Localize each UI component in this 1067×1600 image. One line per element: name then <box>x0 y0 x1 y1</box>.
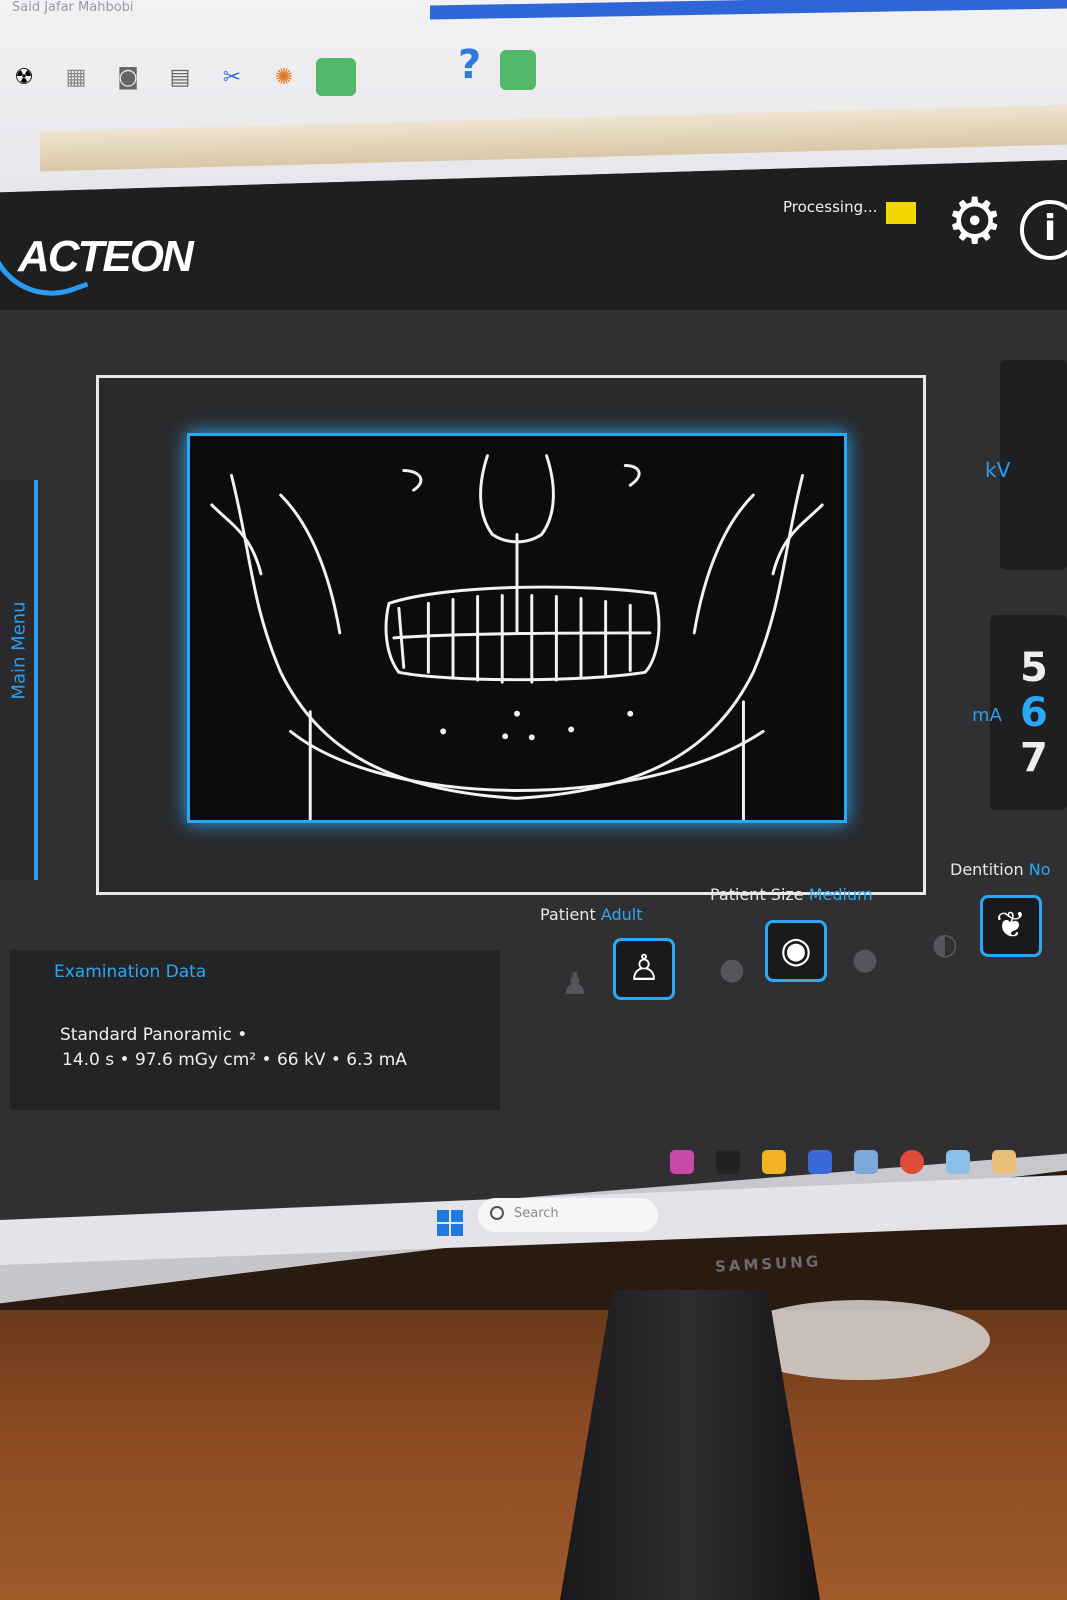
patient-size-option-label: Patient Size Medium <box>710 885 873 904</box>
app-icon-8[interactable] <box>992 1150 1016 1174</box>
exam-parameters: 14.0 s • 97.6 mGy cm² • 66 kV • 6.3 mA <box>62 1050 407 1070</box>
acteon-logo: ACTEON <box>18 232 194 281</box>
child-icon[interactable]: ♟ <box>555 960 595 1010</box>
patient-size-value: Medium <box>808 885 873 904</box>
info-icon[interactable]: i <box>1020 200 1067 260</box>
folder-icon[interactable] <box>762 1150 786 1174</box>
app-icon-1[interactable] <box>670 1150 694 1174</box>
camera-icon[interactable]: ◙ <box>108 58 148 96</box>
settings-app-icon[interactable] <box>808 1150 832 1174</box>
scanner-icon[interactable]: ▤ <box>160 58 200 96</box>
search-icon <box>490 1206 504 1220</box>
tools-icon[interactable]: ✂ <box>212 58 252 96</box>
dentition-value: No <box>1028 860 1051 879</box>
gear-icon[interactable]: ⚙ <box>946 190 1003 254</box>
help-icon[interactable]: ? <box>458 42 481 88</box>
status-indicator <box>886 202 916 224</box>
teeth-chart-strip <box>40 104 1067 172</box>
exam-preview-frame <box>96 375 926 895</box>
photos-icon[interactable] <box>854 1150 878 1174</box>
dentition-icon[interactable]: ❦ <box>980 895 1042 957</box>
taskbar-apps <box>670 1150 1016 1174</box>
size-medium-icon[interactable]: ◉ <box>765 920 827 982</box>
skull-outline-illustration <box>210 454 824 822</box>
ma-value-upper[interactable]: 5 <box>1020 645 1048 691</box>
examination-data-panel: Examination Data Standard Panoramic • 14… <box>10 950 500 1110</box>
color-wheel-icon[interactable]: ✺ <box>264 58 304 96</box>
size-small-icon[interactable]: ● <box>712 945 752 995</box>
acteon-app-window: ACTEON Processing... ⚙ i Main Menu kV mA… <box>0 160 1067 1240</box>
patient-value: Adult <box>600 905 643 924</box>
main-menu-tab[interactable]: Main Menu <box>0 480 38 880</box>
app-icon-2[interactable] <box>716 1150 740 1174</box>
chrome-icon[interactable] <box>900 1150 924 1174</box>
patient-label: Patient <box>540 905 596 924</box>
title-bar <box>430 0 1067 20</box>
ma-value-selected[interactable]: 6 <box>1020 690 1048 736</box>
app-icon-7[interactable] <box>946 1150 970 1174</box>
dentition-option-label: Dentition No <box>950 860 1051 879</box>
dentition-alt-icon[interactable]: ◐ <box>925 920 965 970</box>
panoramic-preview <box>187 433 847 823</box>
patient-option-label: Patient Adult <box>540 905 643 924</box>
tooth-app-icon[interactable] <box>316 58 356 96</box>
dentition-label: Dentition <box>950 860 1024 879</box>
user-name: Said Jafar Mahbobi <box>12 0 134 15</box>
radiation-icon[interactable]: ☢ <box>4 58 44 96</box>
monitor-brand: SAMSUNG <box>714 1252 822 1276</box>
size-large-icon[interactable]: ● <box>845 935 885 985</box>
patient-size-label: Patient Size <box>710 885 804 904</box>
grid-icon[interactable]: ▦ <box>56 58 96 96</box>
taskbar-search[interactable]: Search <box>478 1198 658 1232</box>
main-menu-label: Main Menu <box>8 601 30 700</box>
adult-icon[interactable]: ♙ <box>613 938 675 1000</box>
ma-value-lower[interactable]: 7 <box>1020 735 1048 781</box>
ma-label: mA <box>972 705 1002 726</box>
examination-data-title: Examination Data <box>54 962 207 982</box>
exam-program: Standard Panoramic • <box>60 1025 248 1045</box>
windows-start-icon[interactable] <box>437 1210 463 1236</box>
tooth-help-icon[interactable] <box>500 50 536 90</box>
status-text: Processing... <box>783 198 878 216</box>
kv-label: kV <box>985 458 1011 482</box>
